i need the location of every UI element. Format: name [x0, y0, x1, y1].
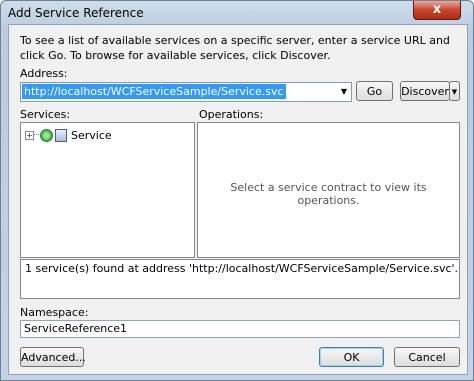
operations-placeholder: Select a service contract to view its op…: [230, 181, 427, 207]
dialog-window: Add Service Reference x To see a list of…: [0, 0, 474, 381]
ok-button[interactable]: OK: [319, 347, 384, 367]
close-button[interactable]: x: [413, 1, 461, 20]
status-text: 1 service(s) found at address 'http://lo…: [25, 262, 459, 275]
operations-list[interactable]: Select a service contract to view its op…: [197, 122, 460, 258]
service-globe-icon: [40, 129, 53, 142]
address-input[interactable]: http://localhost/WCFServiceSample/Servic…: [22, 84, 286, 99]
services-label: Services:: [20, 108, 71, 121]
services-tree[interactable]: + Service: [20, 122, 195, 258]
expand-icon[interactable]: +: [25, 131, 34, 140]
namespace-label: Namespace:: [20, 306, 89, 319]
address-combobox[interactable]: http://localhost/WCFServiceSample/Servic…: [20, 82, 352, 102]
go-button[interactable]: Go: [356, 81, 393, 101]
tree-connector-line: [34, 134, 39, 135]
intro-text: To see a list of available services on a…: [20, 34, 450, 62]
dropdown-arrow-icon[interactable]: ▼: [339, 83, 349, 101]
operations-label: Operations:: [199, 108, 264, 121]
discover-dropdown-button[interactable]: ▼: [449, 81, 460, 101]
window-title: Add Service Reference: [8, 6, 144, 20]
close-icon: x: [432, 2, 442, 17]
title-bar[interactable]: Add Service Reference x: [1, 1, 473, 23]
chevron-down-icon: ▼: [451, 88, 458, 96]
cancel-button[interactable]: Cancel: [394, 347, 460, 367]
namespace-input[interactable]: ServiceReference1: [20, 320, 460, 338]
dialog-body: To see a list of available services on a…: [8, 24, 468, 375]
status-panel: 1 service(s) found at address 'http://lo…: [20, 259, 460, 299]
service-icon: [55, 129, 67, 142]
address-label: Address:: [20, 67, 68, 80]
tree-item-label: Service: [71, 129, 112, 142]
advanced-button[interactable]: Advanced...: [20, 347, 86, 367]
discover-button[interactable]: Discover: [400, 81, 450, 101]
